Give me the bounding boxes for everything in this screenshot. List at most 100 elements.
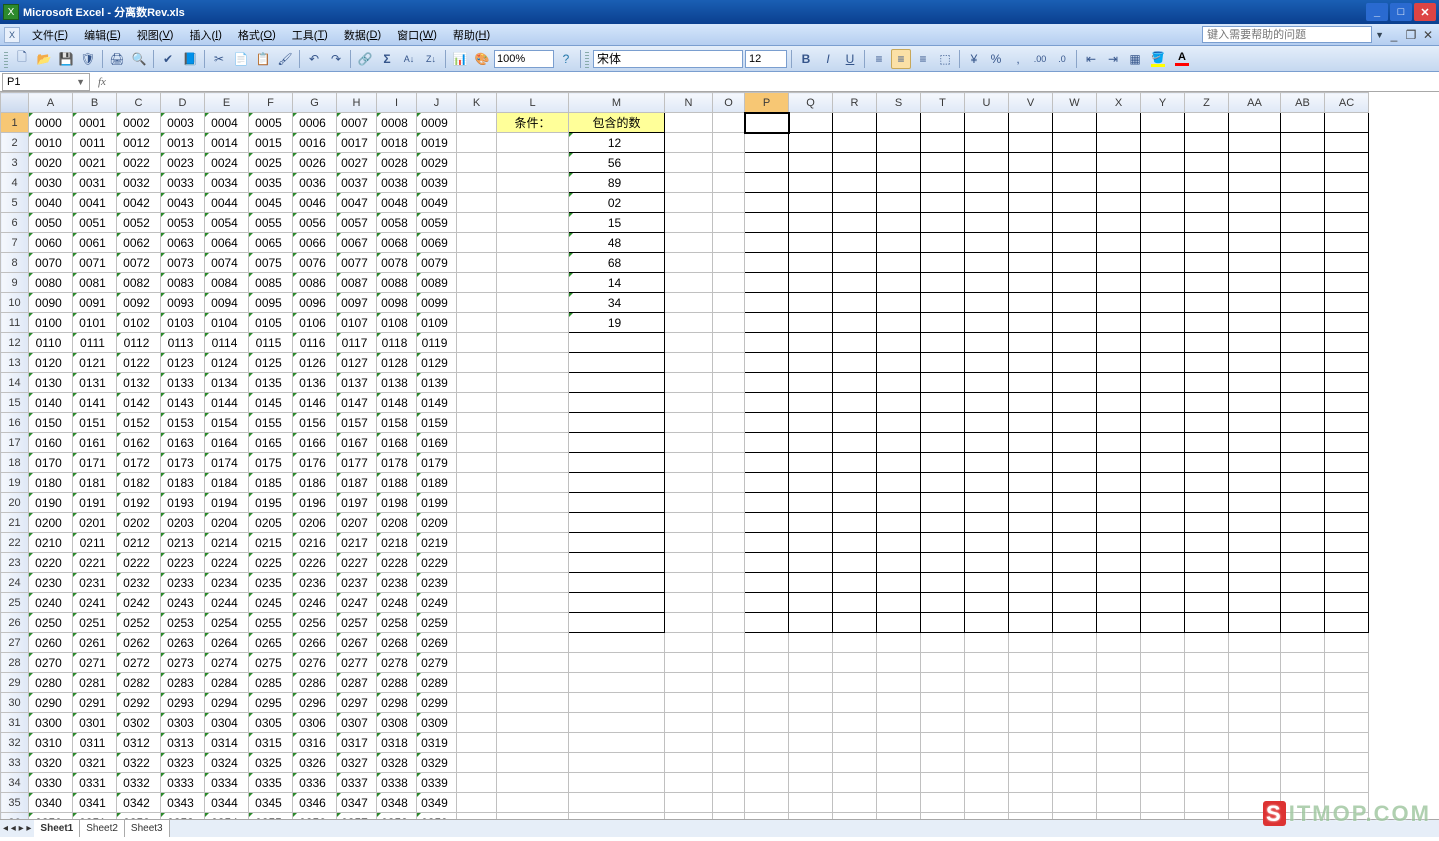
cell-S32[interactable] xyxy=(877,733,921,753)
cell-R22[interactable] xyxy=(833,533,877,553)
cell-Y5[interactable] xyxy=(1141,193,1185,213)
cell-X18[interactable] xyxy=(1097,453,1141,473)
cell-V3[interactable] xyxy=(1009,153,1053,173)
cell-W24[interactable] xyxy=(1053,573,1097,593)
cell-V16[interactable] xyxy=(1009,413,1053,433)
cell-F12[interactable]: 0115 xyxy=(249,333,293,353)
cell-H13[interactable]: 0127 xyxy=(337,353,377,373)
cell-X35[interactable] xyxy=(1097,793,1141,813)
cell-F5[interactable]: 0045 xyxy=(249,193,293,213)
col-header-R[interactable]: R xyxy=(833,93,877,113)
cell-B35[interactable]: 0341 xyxy=(73,793,117,813)
cell-V19[interactable] xyxy=(1009,473,1053,493)
cell-I4[interactable]: 0038 xyxy=(377,173,417,193)
cell-F15[interactable]: 0145 xyxy=(249,393,293,413)
cell-J5[interactable]: 0049 xyxy=(417,193,457,213)
cell-I10[interactable]: 0098 xyxy=(377,293,417,313)
cell-J7[interactable]: 0069 xyxy=(417,233,457,253)
cell-B9[interactable]: 0081 xyxy=(73,273,117,293)
cell-G7[interactable]: 0066 xyxy=(293,233,337,253)
cell-Q21[interactable] xyxy=(789,513,833,533)
cell-A12[interactable]: 0110 xyxy=(29,333,73,353)
cell-O6[interactable] xyxy=(713,213,745,233)
cell-W7[interactable] xyxy=(1053,233,1097,253)
cell-AC13[interactable] xyxy=(1325,353,1369,373)
cell-H2[interactable]: 0017 xyxy=(337,133,377,153)
cell-E27[interactable]: 0264 xyxy=(205,633,249,653)
cell-W18[interactable] xyxy=(1053,453,1097,473)
cell-B13[interactable]: 0121 xyxy=(73,353,117,373)
cell-T18[interactable] xyxy=(921,453,965,473)
cell-K19[interactable] xyxy=(457,473,497,493)
cell-U22[interactable] xyxy=(965,533,1009,553)
cell-O32[interactable] xyxy=(713,733,745,753)
cell-G10[interactable]: 0096 xyxy=(293,293,337,313)
cell-T17[interactable] xyxy=(921,433,965,453)
cell-AC10[interactable] xyxy=(1325,293,1369,313)
bold-icon[interactable]: B xyxy=(796,49,816,69)
cell-F24[interactable]: 0235 xyxy=(249,573,293,593)
cell-AA11[interactable] xyxy=(1229,313,1281,333)
cell-O15[interactable] xyxy=(713,393,745,413)
cell-X29[interactable] xyxy=(1097,673,1141,693)
cell-K23[interactable] xyxy=(457,553,497,573)
cell-AB7[interactable] xyxy=(1281,233,1325,253)
cell-M31[interactable] xyxy=(569,713,665,733)
row-header-29[interactable]: 29 xyxy=(1,673,29,693)
cell-Y2[interactable] xyxy=(1141,133,1185,153)
cell-T34[interactable] xyxy=(921,773,965,793)
spreadsheet-grid[interactable]: ABCDEFGHIJKLMNOPQRSTUVWXYZAAABAC10000000… xyxy=(0,92,1369,833)
cell-A2[interactable]: 0010 xyxy=(29,133,73,153)
cell-W26[interactable] xyxy=(1053,613,1097,633)
cell-J8[interactable]: 0079 xyxy=(417,253,457,273)
cell-K18[interactable] xyxy=(457,453,497,473)
comma-icon[interactable]: , xyxy=(1008,49,1028,69)
cell-AC5[interactable] xyxy=(1325,193,1369,213)
cell-N34[interactable] xyxy=(665,773,713,793)
cell-W4[interactable] xyxy=(1053,173,1097,193)
row-header-6[interactable]: 6 xyxy=(1,213,29,233)
cell-L16[interactable] xyxy=(497,413,569,433)
cell-A9[interactable]: 0080 xyxy=(29,273,73,293)
cell-E33[interactable]: 0324 xyxy=(205,753,249,773)
cell-F35[interactable]: 0345 xyxy=(249,793,293,813)
close-button[interactable]: ✕ xyxy=(1414,3,1436,21)
cell-U29[interactable] xyxy=(965,673,1009,693)
cell-P32[interactable] xyxy=(745,733,789,753)
cell-G24[interactable]: 0236 xyxy=(293,573,337,593)
cell-K32[interactable] xyxy=(457,733,497,753)
cell-U24[interactable] xyxy=(965,573,1009,593)
cell-S6[interactable] xyxy=(877,213,921,233)
cell-W16[interactable] xyxy=(1053,413,1097,433)
cell-AA3[interactable] xyxy=(1229,153,1281,173)
cell-D5[interactable]: 0043 xyxy=(161,193,205,213)
cell-L25[interactable] xyxy=(497,593,569,613)
cell-I7[interactable]: 0068 xyxy=(377,233,417,253)
cell-A23[interactable]: 0220 xyxy=(29,553,73,573)
cell-P33[interactable] xyxy=(745,753,789,773)
cell-X12[interactable] xyxy=(1097,333,1141,353)
cell-N11[interactable] xyxy=(665,313,713,333)
cell-A24[interactable]: 0230 xyxy=(29,573,73,593)
cell-H31[interactable]: 0307 xyxy=(337,713,377,733)
cell-P24[interactable] xyxy=(745,573,789,593)
cell-N33[interactable] xyxy=(665,753,713,773)
cell-K28[interactable] xyxy=(457,653,497,673)
cell-C2[interactable]: 0012 xyxy=(117,133,161,153)
cell-AC7[interactable] xyxy=(1325,233,1369,253)
cell-N18[interactable] xyxy=(665,453,713,473)
cell-X25[interactable] xyxy=(1097,593,1141,613)
cell-O7[interactable] xyxy=(713,233,745,253)
cell-G15[interactable]: 0146 xyxy=(293,393,337,413)
cell-AB2[interactable] xyxy=(1281,133,1325,153)
cell-R29[interactable] xyxy=(833,673,877,693)
cell-T6[interactable] xyxy=(921,213,965,233)
research-icon[interactable]: 📘 xyxy=(180,49,200,69)
cell-S1[interactable] xyxy=(877,113,921,133)
cell-R25[interactable] xyxy=(833,593,877,613)
cell-H34[interactable]: 0337 xyxy=(337,773,377,793)
row-header-30[interactable]: 30 xyxy=(1,693,29,713)
cell-Z5[interactable] xyxy=(1185,193,1229,213)
cell-T7[interactable] xyxy=(921,233,965,253)
cell-AA33[interactable] xyxy=(1229,753,1281,773)
